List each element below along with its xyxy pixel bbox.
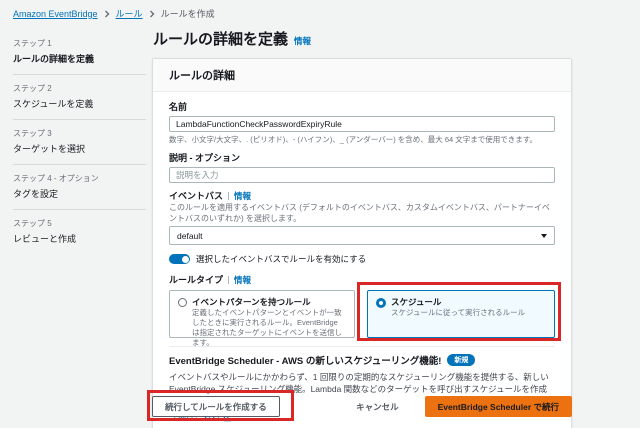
radio-unchecked-icon[interactable] — [178, 298, 187, 307]
rule-description-input[interactable] — [169, 167, 555, 183]
sidebar-step-1[interactable]: ステップ 1 ルールの詳細を定義 — [13, 30, 146, 74]
page-info-link[interactable]: 情報 — [294, 35, 311, 47]
continue-button-wrap: 続行してルールを作成する — [152, 396, 280, 417]
cancel-button[interactable]: キャンセル — [344, 396, 411, 417]
event-bus-label: イベントバス — [169, 189, 223, 202]
event-bus-info-link[interactable]: 情報 — [234, 190, 251, 202]
scheduler-promo-title: EventBridge Scheduler - AWS の新しいスケジューリング… — [169, 353, 441, 367]
option-description: スケジュールに従って実行されるルール — [391, 308, 525, 318]
page-title: ルールの詳細を定義 — [153, 28, 288, 49]
breadcrumb: Amazon EventBridge ルール ルールを作成 — [13, 7, 215, 20]
scheduler-promo-header: EventBridge Scheduler - AWS の新しいスケジューリング… — [169, 353, 555, 367]
footer-right-group: キャンセル EventBridge Scheduler で続行 — [344, 396, 572, 417]
step-title: スケジュールを定義 — [13, 97, 146, 110]
sidebar-step-3[interactable]: ステップ 3 ターゲットを選択 — [13, 119, 146, 164]
enable-rule-toggle-row: 選択したイベントバスでルールを有効にする — [169, 253, 555, 265]
enable-rule-toggle[interactable] — [169, 254, 190, 264]
rule-name-input[interactable] — [169, 116, 555, 132]
card-body: 名前 数字、小文字/大文字、. (ピリオド)、- (ハイフン)、_ (アンダーバ… — [153, 92, 571, 428]
step-title: レビューと作成 — [13, 232, 146, 245]
rule-type-options: イベントパターンを持つルール 定義したイベントパターンとイベントが一致したときに… — [169, 290, 555, 338]
rule-type-option-schedule[interactable]: スケジュール スケジュールに従って実行されるルール — [367, 290, 555, 338]
step-number: ステップ 3 — [13, 128, 146, 139]
continue-with-scheduler-button[interactable]: EventBridge Scheduler で続行 — [425, 396, 572, 417]
step-number: ステップ 4 - オプション — [13, 173, 146, 184]
label-divider — [228, 276, 229, 284]
step-title: ルールの詳細を定義 — [13, 52, 146, 65]
step-number: ステップ 2 — [13, 83, 146, 94]
main-content: ルールの詳細を定義 情報 ルールの詳細 名前 数字、小文字/大文字、. (ピリオ… — [152, 24, 572, 428]
option-text: イベントパターンを持つルール 定義したイベントパターンとイベントが一致したときに… — [192, 297, 346, 331]
card-header: ルールの詳細 — [153, 59, 571, 92]
rule-type-label-row: ルールタイプ 情報 — [169, 273, 555, 286]
page-title-row: ルールの詳細を定義 情報 — [153, 28, 572, 49]
sidebar-step-4[interactable]: ステップ 4 - オプション タグを設定 — [13, 164, 146, 209]
breadcrumb-link-rules[interactable]: ルール — [116, 7, 143, 20]
enable-rule-toggle-label: 選択したイベントバスでルールを有効にする — [196, 253, 366, 265]
radio-checked-icon[interactable] — [376, 298, 386, 308]
continue-create-rule-button[interactable]: 続行してルールを作成する — [152, 396, 280, 417]
sidebar-step-5[interactable]: ステップ 5 レビューと作成 — [13, 209, 146, 254]
chevron-right-icon — [104, 10, 110, 18]
step-title: タグを設定 — [13, 187, 146, 200]
breadcrumb-current: ルールを作成 — [161, 7, 215, 20]
event-bus-description: このルールを適用するイベントバス (デフォルトのイベントバス、カスタムイベントバ… — [169, 203, 555, 224]
event-bus-selected-value: default — [177, 231, 203, 241]
event-bus-label-row: イベントバス 情報 — [169, 189, 555, 202]
wizard-steps-sidebar: ステップ 1 ルールの詳細を定義 ステップ 2 スケジュールを定義 ステップ 3… — [13, 30, 146, 254]
eventbridge-create-rule-page: Amazon EventBridge ルール ルールを作成 ステップ 1 ルール… — [0, 0, 640, 428]
caret-down-icon — [541, 234, 547, 238]
step-title: ターゲットを選択 — [13, 142, 146, 155]
rule-type-option-event-pattern[interactable]: イベントパターンを持つルール 定義したイベントパターンとイベントが一致したときに… — [169, 290, 355, 338]
label-divider — [228, 192, 229, 200]
breadcrumb-link-eventbridge[interactable]: Amazon EventBridge — [13, 9, 98, 19]
option-title: スケジュール — [391, 297, 525, 307]
rule-type-option-schedule-wrap: スケジュール スケジュールに従って実行されるルール — [367, 290, 555, 338]
description-field-label: 説明 - オプション — [169, 151, 555, 164]
option-description: 定義したイベントパターンとイベントが一致したときに実行されるルール。EventB… — [192, 308, 346, 347]
rule-type-info-link[interactable]: 情報 — [234, 274, 251, 286]
option-text: スケジュール スケジュールに従って実行されるルール — [391, 297, 525, 331]
sidebar-step-2[interactable]: ステップ 2 スケジュールを定義 — [13, 74, 146, 119]
new-badge: 新規 — [447, 354, 475, 366]
rule-type-label: ルールタイプ — [169, 273, 223, 286]
event-bus-select[interactable]: default — [169, 226, 555, 245]
name-constraint-text: 数字、小文字/大文字、. (ピリオド)、- (ハイフン)、_ (アンダーバー) … — [169, 134, 555, 145]
step-number: ステップ 1 — [13, 38, 146, 49]
name-field-label: 名前 — [169, 100, 555, 113]
option-title: イベントパターンを持つルール — [192, 297, 346, 307]
footer-actions: 続行してルールを作成する キャンセル EventBridge Scheduler… — [152, 396, 572, 417]
step-number: ステップ 5 — [13, 218, 146, 229]
rule-details-card: ルールの詳細 名前 数字、小文字/大文字、. (ピリオド)、- (ハイフン)、_… — [152, 58, 572, 428]
chevron-right-icon — [149, 10, 155, 18]
